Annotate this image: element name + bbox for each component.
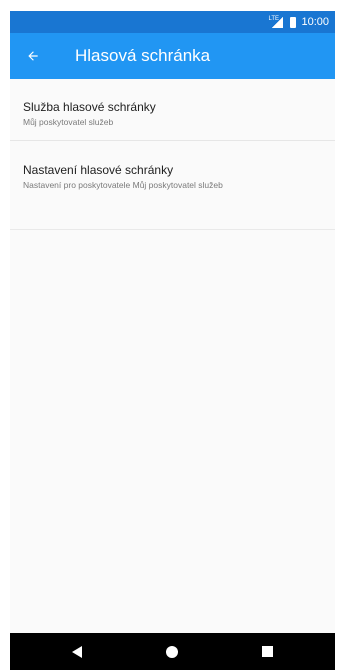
nav-recents-icon (261, 646, 273, 657)
list-item-title: Služba hlasové schránky (23, 100, 156, 114)
app-bar: Hlasová schránka (10, 33, 335, 79)
nav-home-icon (166, 645, 178, 658)
nav-back-button[interactable] (57, 633, 97, 670)
nav-back-icon (72, 645, 82, 658)
status-bar: LTE 10:00 (10, 11, 335, 33)
phone-screen: LTE 10:00 Hlasová schránka Služba hlasov… (10, 11, 335, 670)
arrow-back-icon (28, 51, 38, 61)
settings-list: Služba hlasové schránky Můj poskytovatel… (10, 79, 335, 230)
nav-home-button[interactable] (152, 633, 192, 670)
nav-recents-button[interactable] (247, 633, 287, 670)
voicemail-settings-item[interactable]: Nastavení hlasové schránky Nastavení pro… (10, 141, 335, 230)
navigation-bar (10, 633, 335, 670)
list-item-summary: Nastavení pro poskytovatele Můj poskytov… (23, 180, 223, 190)
signal-icon: LTE (268, 16, 285, 28)
voicemail-service-item[interactable]: Služba hlasové schránky Můj poskytovatel… (10, 79, 335, 141)
network-type-label: LTE (268, 16, 280, 22)
status-icons: LTE 10:00 (268, 15, 329, 29)
page-title: Hlasová schránka (75, 46, 211, 65)
battery-icon (290, 16, 297, 28)
back-button[interactable] (18, 41, 48, 71)
list-item-title: Nastavení hlasové schránky (23, 163, 174, 177)
list-item-summary: Můj poskytovatel služeb (23, 117, 114, 127)
status-time: 10:00 (301, 16, 329, 28)
